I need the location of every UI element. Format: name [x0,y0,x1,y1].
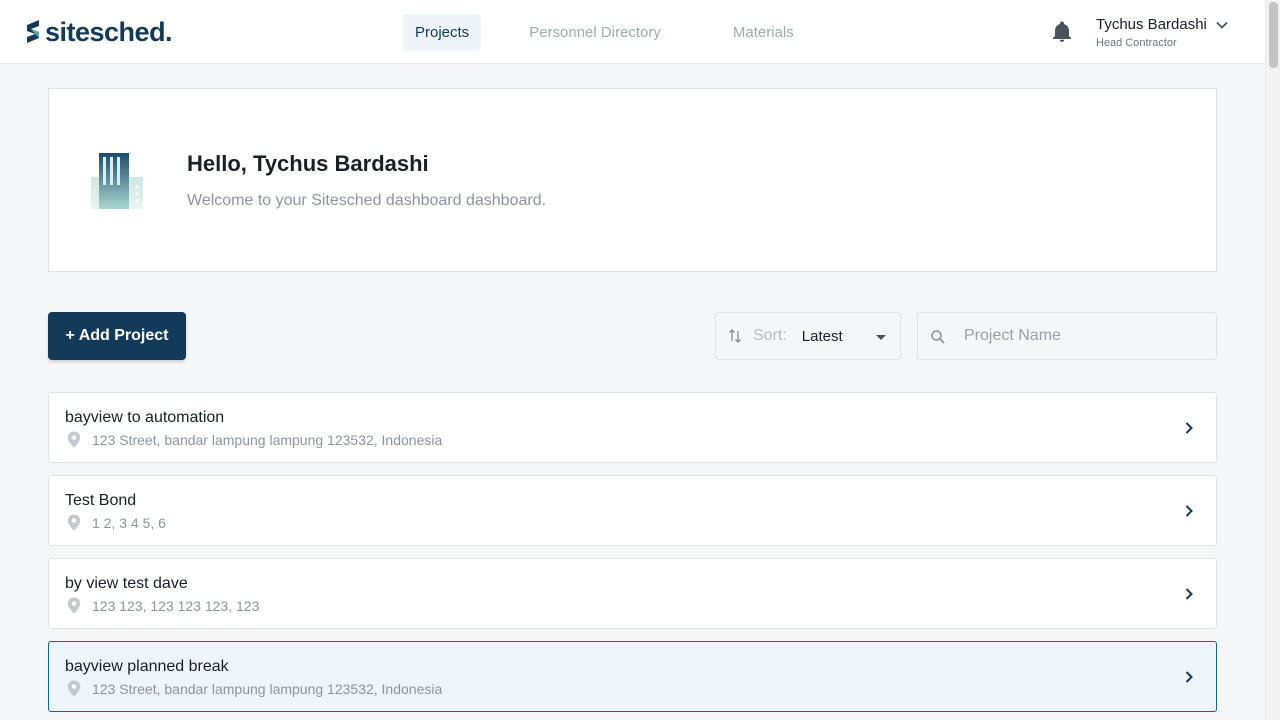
project-address-row: 123 Street, bandar lampung lampung 12353… [67,680,442,697]
chevron-down-icon[interactable] [1215,18,1229,32]
sort-label: Sort: [753,327,787,344]
logo-mark-icon [27,20,39,43]
main-nav: Projects Personnel Directory Materials [403,14,806,51]
project-name: bayview planned break [65,658,229,675]
scrollbar-thumb[interactable] [1269,2,1278,68]
top-navbar: sitesched. Projects Personnel Directory … [0,0,1265,64]
map-pin-icon [67,431,81,448]
add-project-button[interactable]: + Add Project [48,312,186,360]
sort-value: Latest [801,327,843,345]
bell-icon[interactable] [1050,20,1074,44]
nav-projects[interactable]: Projects [403,14,482,51]
welcome-subtitle: Welcome to your Sitesched dashboard dash… [187,192,547,209]
project-card[interactable]: by view test dave 123 123, 123 123 123, … [48,558,1217,629]
brand-name: sitesched. [45,16,173,47]
project-name: bayview to automation [65,409,225,426]
chevron-right-icon[interactable] [1182,587,1196,601]
project-card[interactable]: bayview to automation 123 Street, bandar… [48,392,1217,463]
project-address-row: 1 2, 3 4 5, 6 [67,514,166,531]
map-pin-icon [67,597,81,614]
sort-icon [729,329,741,343]
project-search-input[interactable] [964,323,1204,349]
map-pin-icon [67,680,81,697]
project-address: 123 123, 123 123 123, 123 [92,597,260,614]
page-scrollbar[interactable] [1265,0,1280,720]
project-address: 1 2, 3 4 5, 6 [92,514,166,531]
project-address: 123 Street, bandar lampung lampung 12353… [92,431,443,448]
project-address-row: 123 Street, bandar lampung lampung 12353… [67,431,442,448]
caret-down-icon [876,335,886,340]
project-address-row: 123 123, 123 123 123, 123 [67,597,259,614]
chevron-right-icon[interactable] [1182,670,1196,684]
nav-personnel-directory[interactable]: Personnel Directory [517,14,673,51]
project-card[interactable]: bayview planned break 123 Street, bandar… [48,641,1217,712]
user-name: Tychus Bardashi [1096,16,1207,33]
brand-logo[interactable]: sitesched. [23,16,173,47]
project-name: by view test dave [65,575,188,592]
user-menu[interactable]: Tychus Bardashi Head Contractor [1096,16,1229,49]
project-card[interactable]: Test Bond 1 2, 3 4 5, 6 [48,475,1217,546]
map-pin-icon [67,514,81,531]
project-address: 123 Street, bandar lampung lampung 12353… [92,680,443,697]
welcome-title: Hello, Tychus Bardashi [187,151,429,176]
user-role: Head Contractor [1096,37,1177,49]
sort-select[interactable]: Sort: Latest [715,312,901,360]
nav-materials[interactable]: Materials [721,14,806,51]
chevron-right-icon[interactable] [1182,421,1196,435]
welcome-card: Hello, Tychus Bardashi Welcome to your S… [48,88,1217,272]
user-name-row: Tychus Bardashi [1096,16,1229,33]
search-icon [931,330,945,344]
project-name: Test Bond [65,492,137,509]
chevron-right-icon[interactable] [1182,504,1196,518]
building-illustration-icon [91,153,143,209]
search-box [917,312,1217,360]
